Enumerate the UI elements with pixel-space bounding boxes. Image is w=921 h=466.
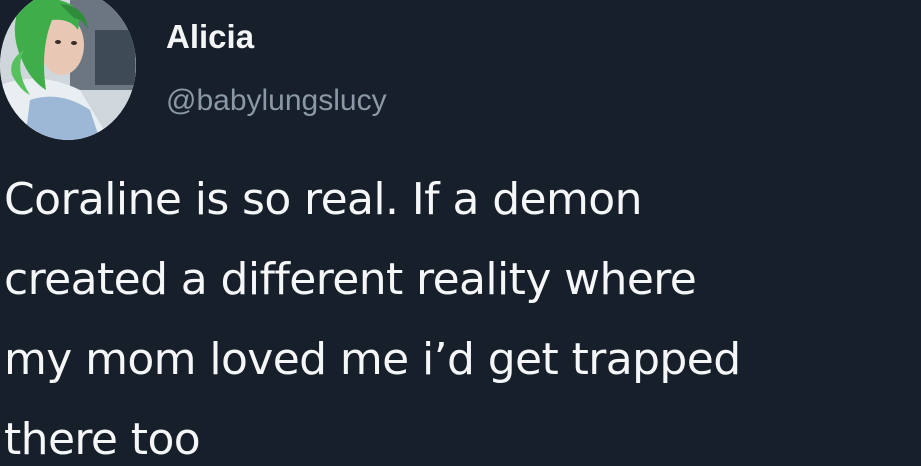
profile-avatar[interactable] — [0, 0, 136, 140]
tweet-card: Alicia @babylungslucy Coraline is so rea… — [0, 0, 921, 466]
tweet-text: Coraline is so real. If a demon created … — [4, 160, 921, 466]
tweet-text-line: created a different reality where — [4, 254, 697, 305]
user-handle[interactable]: @babylungslucy — [166, 84, 387, 118]
tweet-text-line: my mom loved me i’d get trapped — [4, 334, 741, 385]
display-name[interactable]: Alicia — [166, 18, 254, 56]
profile-photo-icon — [0, 0, 136, 140]
tweet-text-line: Coraline is so real. If a demon — [4, 174, 642, 225]
tweet-text-line: there too — [4, 414, 201, 465]
